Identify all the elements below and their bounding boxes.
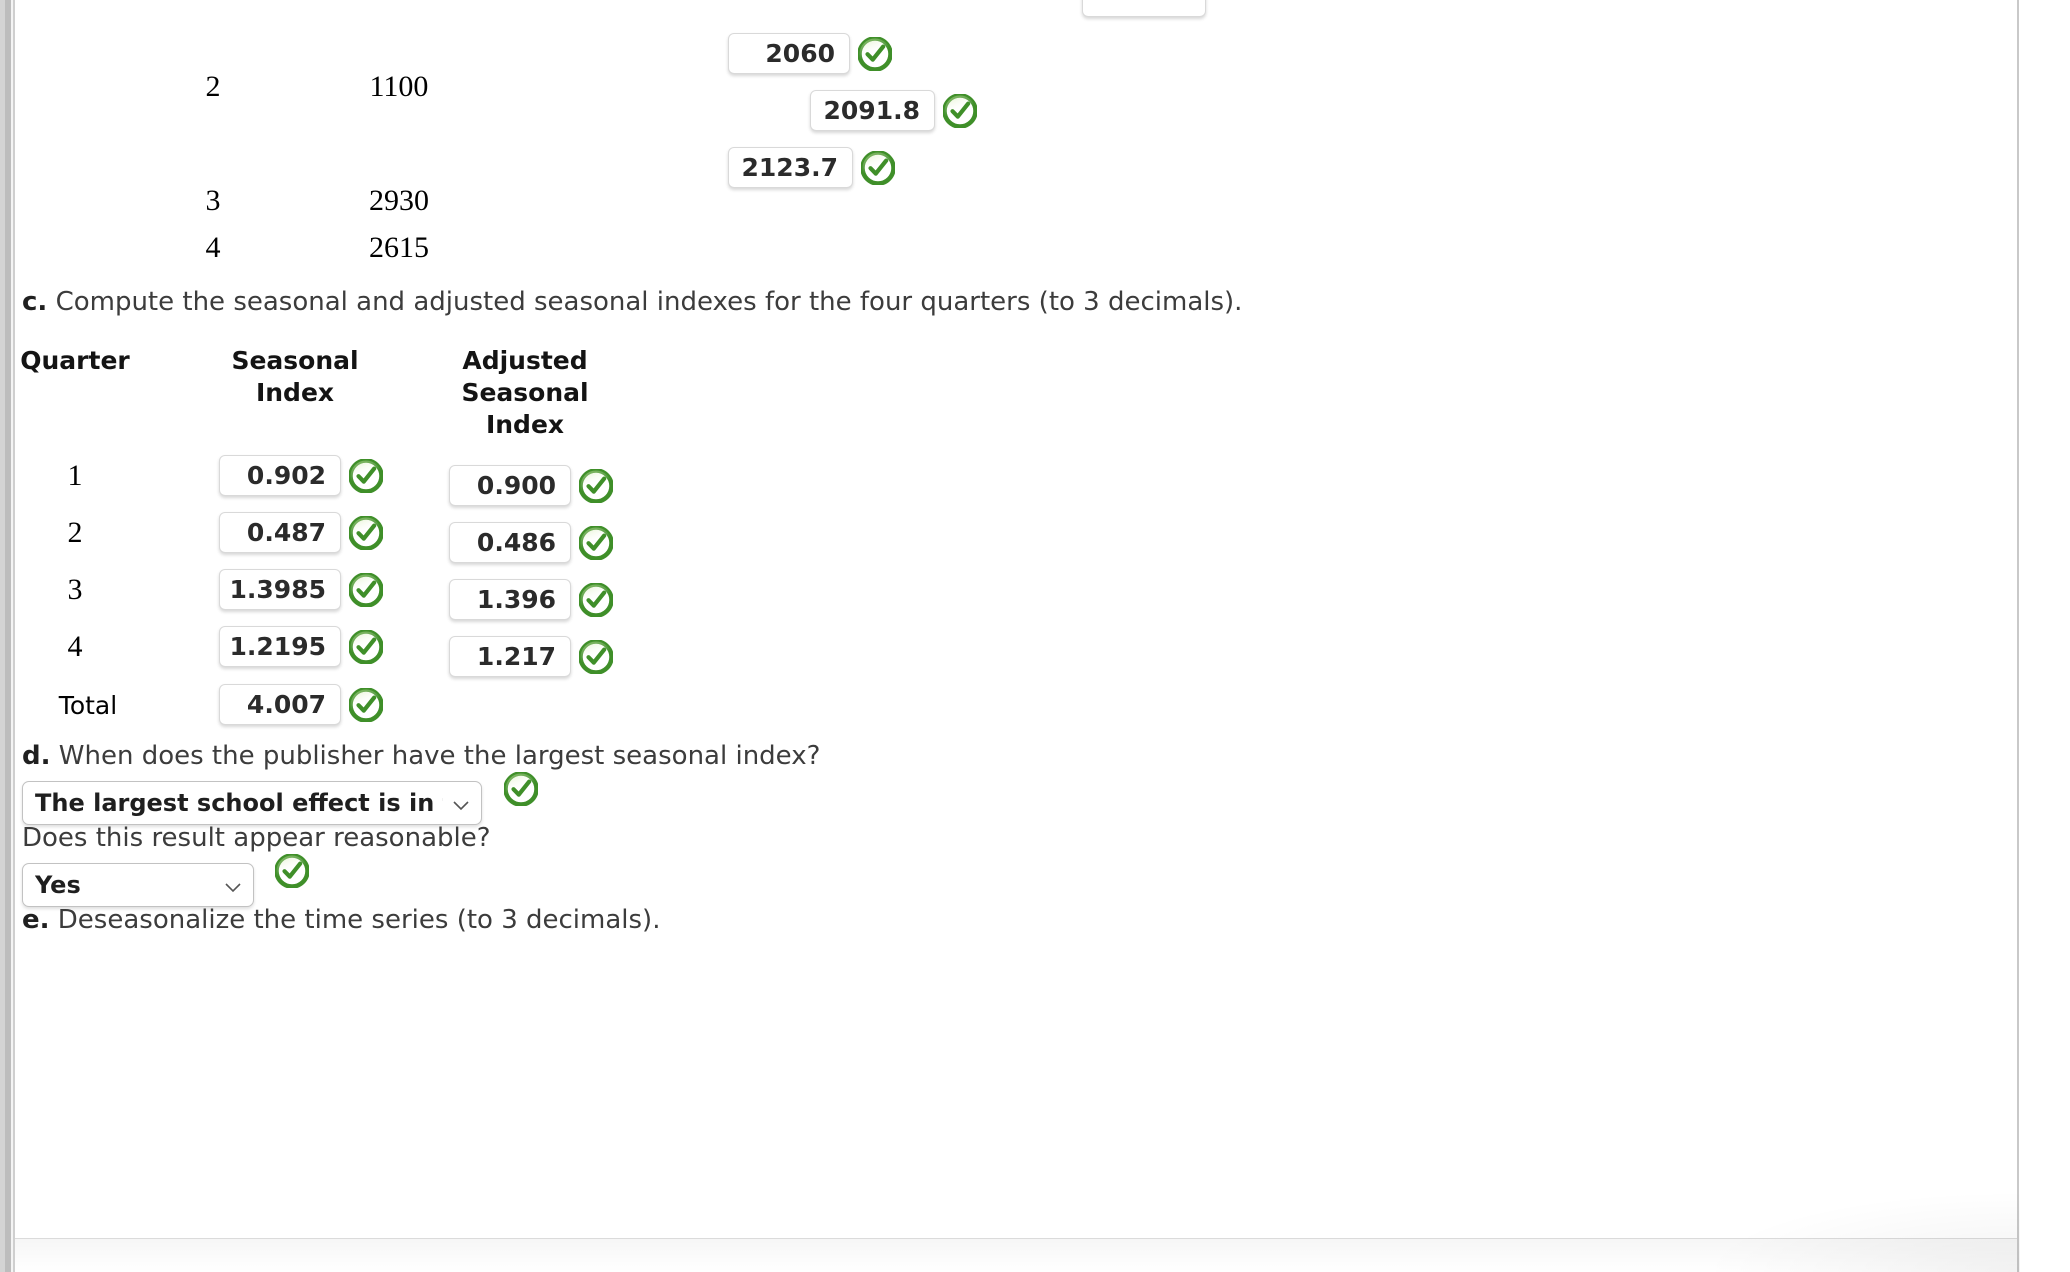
top-table-quarter-value: 2615: [369, 231, 429, 264]
check-circle-icon: [860, 149, 896, 186]
top-table-quarter-value: 1100: [369, 70, 429, 103]
adjusted-seasonal-index-cell: 0.486: [449, 522, 614, 563]
top-table-quarter-label: 3: [205, 184, 221, 217]
check-circle-icon: [578, 467, 614, 504]
check-circle-icon: [274, 853, 310, 889]
header-adjusted-seasonal-index-line1: Adjusted: [462, 346, 588, 375]
check-circle-icon: [942, 92, 978, 129]
top-table-quarter-value: 2930: [369, 184, 429, 217]
part-c-marker: c.: [22, 287, 48, 317]
part-c-prompt: c. Compute the seasonal and adjusted sea…: [22, 287, 1242, 317]
check-circle-icon: [348, 514, 384, 551]
centered-moving-average-input-2091-8[interactable]: 2091.8: [810, 90, 935, 131]
adjusted-seasonal-index-input-q4[interactable]: 1.217: [449, 636, 571, 677]
check-circle-icon: [348, 571, 384, 608]
largest-seasonal-index-select-value: The largest school effect is in the thir…: [35, 789, 443, 817]
header-seasonal-index-line1: Seasonal: [231, 346, 359, 375]
seasonal-index-input-q3[interactable]: 1.3985: [219, 569, 341, 610]
seasonal-index-cell: 1.2195: [219, 626, 384, 667]
moving-average-value-2091-8-group: 2091.8: [810, 90, 978, 131]
seasonal-index-cell: 0.902: [219, 455, 384, 496]
row-quarter-label: 4: [67, 630, 83, 663]
check-circle-icon: [857, 35, 893, 72]
row-quarter-label: 3: [67, 573, 83, 606]
part-d-prompt-text: When does the publisher have the largest…: [58, 741, 821, 771]
check-circle-icon: [503, 771, 539, 807]
chevron-down-icon: [451, 793, 471, 813]
part-d-marker: d.: [22, 741, 51, 771]
largest-seasonal-index-select[interactable]: The largest school effect is in the thir…: [22, 781, 482, 825]
check-circle-icon: [348, 686, 384, 723]
moving-average-input-2123-7[interactable]: 2123.7: [728, 147, 853, 188]
answer-input-cutoff[interactable]: [1082, 0, 1206, 17]
row-total-label: Total: [58, 691, 118, 720]
row-quarter-label: 1: [67, 459, 83, 492]
moving-average-input-2060[interactable]: 2060: [728, 33, 850, 74]
seasonal-index-total-cell: 4.007: [219, 684, 384, 725]
adjusted-seasonal-index-input-q2[interactable]: 0.486: [449, 522, 571, 563]
header-quarter: Quarter: [20, 346, 130, 375]
content-right-border: [2017, 0, 2019, 1272]
part-d-prompt: d. When does the publisher have the larg…: [22, 741, 820, 771]
seasonal-index-input-q4[interactable]: 1.2195: [219, 626, 341, 667]
part-c-prompt-text: Compute the seasonal and adjusted season…: [55, 287, 1243, 317]
check-circle-icon: [578, 524, 614, 561]
question-content-area: 2060 2 1100 2091.8 2123.7 3 2930 4 2615 …: [15, 0, 2017, 1272]
seasonal-index-cell: 1.3985: [219, 569, 384, 610]
header-adjusted-seasonal-index-line2: Seasonal: [461, 378, 589, 407]
row-quarter-label: 2: [67, 516, 83, 549]
part-e-prompt-text: Deseasonalize the time series (to 3 deci…: [57, 905, 661, 935]
top-table-quarter-label: 2: [205, 70, 221, 103]
moving-average-value-2060-group: 2060: [728, 33, 893, 74]
adjusted-seasonal-index-input-q3[interactable]: 1.396: [449, 579, 571, 620]
moving-average-value-2123-7-group: 2123.7: [728, 147, 896, 188]
adjusted-seasonal-index-cell: 1.217: [449, 636, 614, 677]
header-adjusted-seasonal-index-line3: Index: [485, 410, 565, 439]
chevron-down-icon: [223, 875, 243, 895]
seasonal-index-cell: 0.487: [219, 512, 384, 553]
reasonable-select-value: Yes: [35, 871, 81, 899]
part-e-marker: e.: [22, 905, 50, 935]
header-seasonal-index-line2: Index: [255, 378, 335, 407]
adjusted-seasonal-index-cell: 1.396: [449, 579, 614, 620]
reasonable-select[interactable]: Yes: [22, 863, 254, 907]
page-frame: 2060 2 1100 2091.8 2123.7 3 2930 4 2615 …: [0, 0, 2070, 1272]
check-circle-icon: [578, 638, 614, 675]
seasonal-index-input-q1[interactable]: 0.902: [219, 455, 341, 496]
check-circle-icon: [578, 581, 614, 618]
check-circle-icon: [348, 628, 384, 665]
top-table-quarter-label: 4: [205, 231, 221, 264]
seasonal-index-total-input[interactable]: 4.007: [219, 684, 341, 725]
part-e-prompt: e. Deseasonalize the time series (to 3 d…: [22, 905, 660, 935]
adjusted-seasonal-index-input-q1[interactable]: 0.900: [449, 465, 571, 506]
content-bottom-rule: [15, 1238, 2017, 1239]
part-d-followup-prompt: Does this result appear reasonable?: [22, 823, 491, 853]
seasonal-index-input-q2[interactable]: 0.487: [219, 512, 341, 553]
adjusted-seasonal-index-cell: 0.900: [449, 465, 614, 506]
check-circle-icon: [348, 457, 384, 494]
